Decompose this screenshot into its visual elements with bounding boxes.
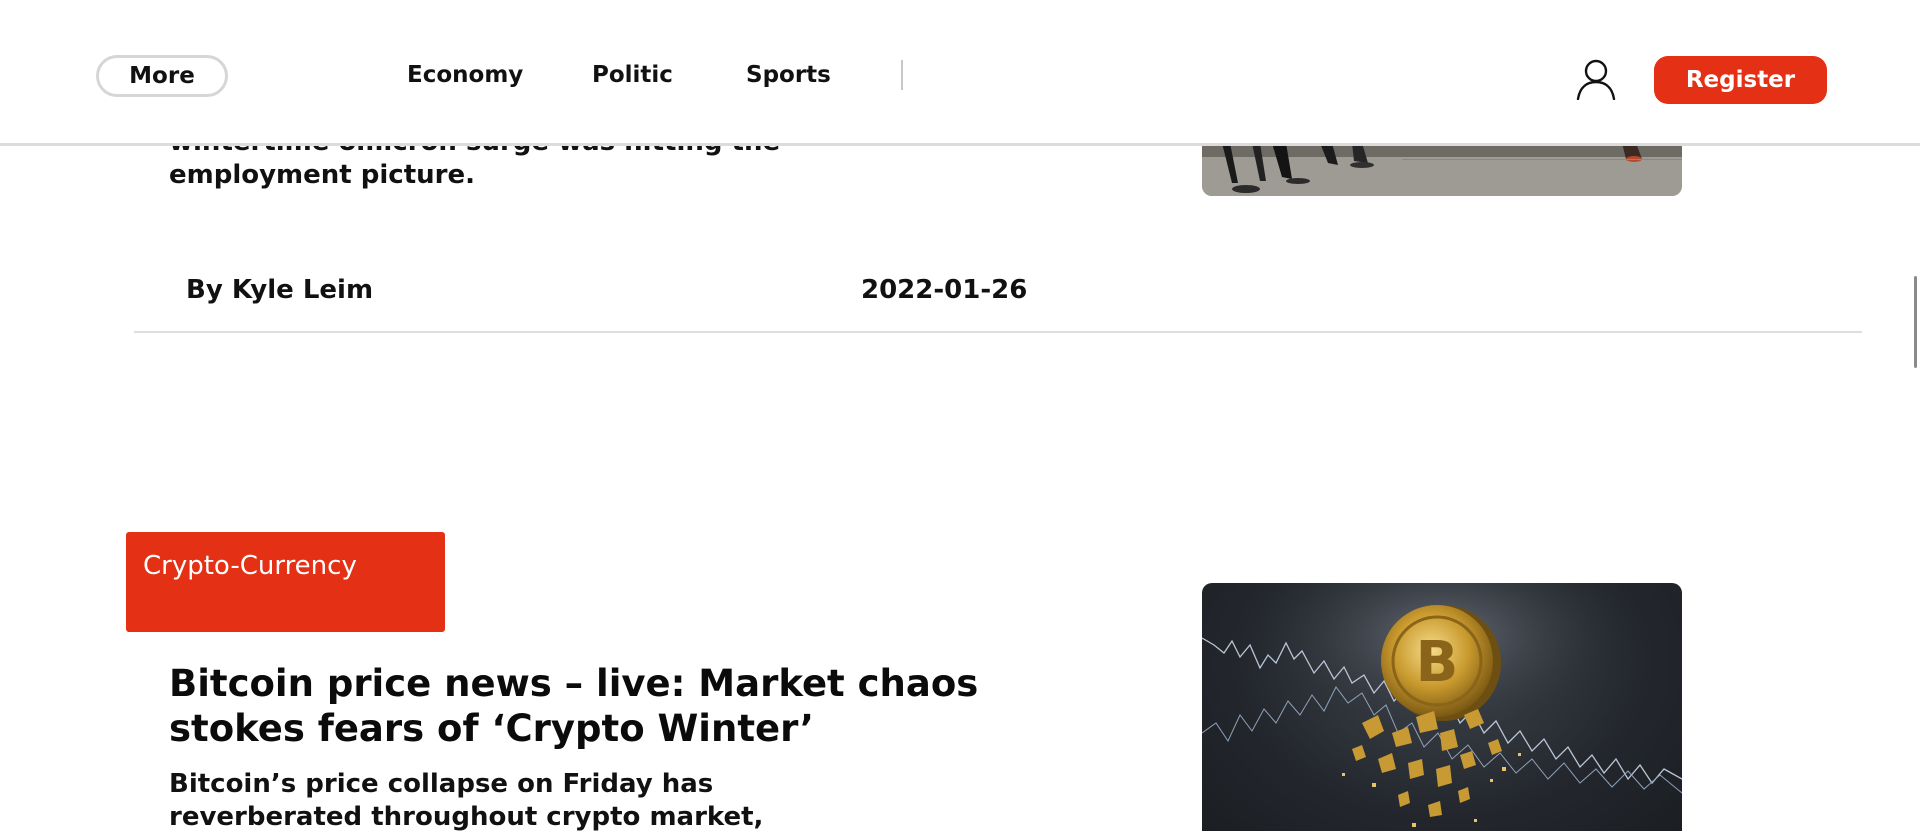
register-button[interactable]: Register bbox=[1654, 56, 1827, 104]
bitcoin-article-image[interactable]: B bbox=[1202, 583, 1682, 831]
nav-link-politic[interactable]: Politic bbox=[592, 60, 673, 90]
nav-link-economy[interactable]: Economy bbox=[407, 60, 523, 90]
people-floor-photo-fragment bbox=[1202, 143, 1682, 196]
article-divider bbox=[134, 331, 1862, 333]
user-outline-glyph bbox=[1576, 59, 1616, 101]
more-button[interactable]: More bbox=[96, 55, 228, 97]
page: wintertime omicron surge was hitting the… bbox=[0, 0, 1920, 831]
nav-link-sports[interactable]: Sports bbox=[746, 60, 831, 90]
article-author: By Kyle Leim bbox=[186, 275, 374, 305]
article-title[interactable]: Bitcoin price news – live: Market chaos … bbox=[169, 661, 1049, 751]
article-date: 2022-01-26 bbox=[861, 275, 1028, 305]
top-navigation-bar: More Economy Politic Sports Register bbox=[0, 0, 1920, 146]
article-summary: Bitcoin’s price collapse on Friday has r… bbox=[169, 769, 764, 831]
user-icon[interactable] bbox=[1575, 58, 1617, 101]
category-badge[interactable]: Crypto-Currency bbox=[126, 532, 445, 632]
svg-text:B: B bbox=[1416, 630, 1459, 695]
page-scrollbar-thumb[interactable] bbox=[1914, 276, 1917, 368]
bitcoin-crash-illustration: B bbox=[1202, 583, 1682, 831]
nav-divider bbox=[901, 60, 903, 90]
previous-article-image[interactable] bbox=[1202, 143, 1682, 196]
